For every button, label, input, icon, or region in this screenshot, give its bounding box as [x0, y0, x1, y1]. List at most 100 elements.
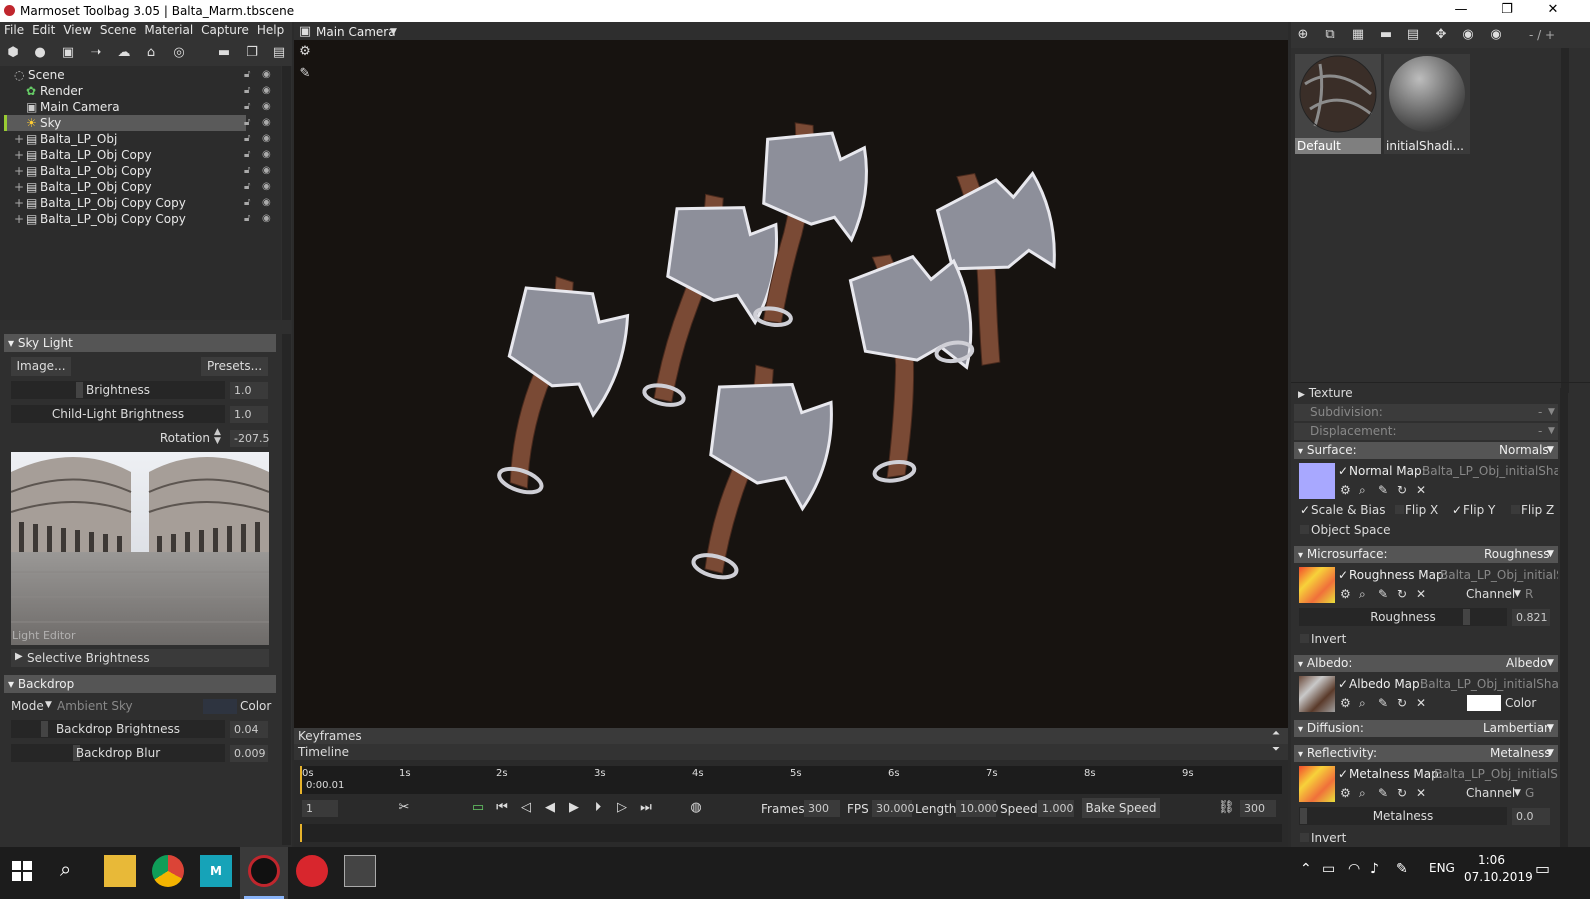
lock-icon[interactable]: 🔓︎	[244, 147, 250, 163]
diffusion-value[interactable]: Lambertian	[1483, 720, 1552, 737]
subdivision-row[interactable]: Subdivision: - ▼	[1294, 404, 1558, 421]
albedo-map-check-icon[interactable]: ✓	[1338, 677, 1348, 691]
step-forward-icon[interactable]: ⏵	[590, 800, 606, 816]
microsurface-value[interactable]: Roughness	[1484, 546, 1549, 563]
tree-item-mesh[interactable]: + ▤ Balta_LP_Obj Copy 🔓︎ ◉	[0, 147, 280, 163]
settings-gear-icon[interactable]: ⚙	[1340, 483, 1351, 497]
checker-icon[interactable]: ▦	[1350, 27, 1366, 43]
delete-icon[interactable]: ▤	[1405, 27, 1421, 43]
add-fog-icon[interactable]: ☁	[116, 45, 132, 61]
clear-icon[interactable]: ✕	[1416, 483, 1426, 497]
clock-time[interactable]: 1:06	[1478, 853, 1505, 867]
keyframe-track[interactable]	[300, 824, 1282, 842]
fps-field[interactable]: 30.000	[872, 800, 915, 817]
compass-alt-icon[interactable]: ◉	[1488, 27, 1504, 43]
expand-icon[interactable]: +	[14, 195, 24, 211]
menu-view[interactable]: View	[59, 22, 95, 38]
eye-icon[interactable]: ◉	[262, 147, 271, 163]
bake-speed-button[interactable]: Bake Speed	[1082, 798, 1160, 818]
speed-dial-icon[interactable]: ◍	[688, 800, 704, 816]
menu-edit[interactable]: Edit	[28, 22, 59, 38]
albedo-map-thumbnail[interactable]	[1299, 676, 1335, 712]
search-icon[interactable]: ⌕	[1359, 696, 1366, 711]
lock-icon[interactable]: 🔓︎	[244, 179, 250, 195]
material-thumb-initial[interactable]: initialShadi...	[1384, 54, 1470, 154]
pen-icon[interactable]: ✎	[1396, 861, 1408, 877]
eye-icon[interactable]: ◉	[262, 163, 271, 179]
eye-icon[interactable]: ◉	[262, 195, 271, 211]
eye-icon[interactable]: ◉	[262, 67, 271, 83]
tree-item-mesh[interactable]: + ▤ Balta_LP_Obj Copy Copy 🔓︎ ◉	[0, 195, 280, 211]
roughness-map-thumbnail[interactable]	[1299, 567, 1335, 603]
reflectivity-header[interactable]: ▾ Reflectivity: Metalness ▼	[1294, 745, 1558, 762]
reflectivity-value[interactable]: Metalness	[1490, 745, 1551, 762]
frames-field[interactable]: 300	[804, 800, 840, 817]
object-space-checkbox[interactable]	[1300, 525, 1309, 534]
lock-icon[interactable]: 🔓︎	[244, 115, 250, 131]
normal-map-thumbnail[interactable]	[1299, 463, 1335, 499]
scale-bias-check-icon[interactable]: ✓	[1300, 503, 1310, 517]
diffusion-header[interactable]: ▾ Diffusion: Lambertian ▼	[1294, 720, 1558, 737]
settings-gear-icon[interactable]: ⚙	[1340, 696, 1351, 710]
dropdown-arrow-icon[interactable]: ▼	[1547, 655, 1554, 672]
dropdown-arrow-icon[interactable]: ▼	[1548, 423, 1555, 440]
settings-gear-icon[interactable]: ⚙	[1340, 587, 1351, 601]
brightness-value[interactable]: 1.0	[230, 382, 268, 399]
reload-icon[interactable]: ↻	[1397, 696, 1407, 710]
lock-icon[interactable]: 🔓︎	[244, 83, 250, 99]
texture-section[interactable]: ▶ Texture	[1294, 385, 1558, 402]
roughness-map-file[interactable]: Balta_LP_Obj_initialSha	[1440, 568, 1558, 582]
reload-icon[interactable]: ↻	[1397, 786, 1407, 800]
battery-icon[interactable]: ▭	[1322, 861, 1335, 877]
menu-capture[interactable]: Capture	[197, 22, 253, 38]
add-shadow-catcher-icon[interactable]: ⌂	[143, 45, 159, 61]
substance-icon[interactable]	[296, 855, 328, 887]
settings-gear-icon[interactable]: ⚙	[1340, 786, 1351, 800]
lock-icon[interactable]: 🔓︎	[244, 211, 250, 227]
folder-icon[interactable]: ▬	[216, 45, 232, 61]
invert-checkbox[interactable]	[1300, 634, 1309, 643]
tree-item-mesh[interactable]: + ▤ Balta_LP_Obj 🔓︎ ◉	[0, 131, 280, 147]
lock-icon[interactable]: 🔓︎	[244, 99, 250, 115]
camera-dropdown[interactable]: Main Camera	[316, 25, 396, 39]
play-icon[interactable]: ▶	[566, 800, 582, 816]
keyframes-bar[interactable]: Keyframes ⏶	[294, 728, 1288, 744]
roughness-channel-value[interactable]: R	[1525, 587, 1533, 601]
dropdown-arrow-icon[interactable]: ▼	[1547, 442, 1554, 459]
add-mesh-icon[interactable]: ⬢	[5, 45, 21, 61]
lock-icon[interactable]: 🔓︎	[244, 131, 250, 147]
albedo-map-file[interactable]: Balta_LP_Obj_initialShadin	[1420, 677, 1558, 691]
sky-light-header[interactable]: ▾ Sky Light	[4, 334, 276, 352]
flip-x-checkbox[interactable]	[1395, 505, 1404, 514]
timeline-bar[interactable]: Timeline ⏷	[294, 744, 1288, 760]
lock-icon[interactable]: 🔓︎	[244, 67, 250, 83]
file-explorer-icon[interactable]	[104, 855, 136, 887]
metalness-map-thumbnail[interactable]	[1299, 766, 1335, 802]
dropdown-arrow-icon[interactable]: ▼	[1514, 788, 1521, 798]
folder-icon[interactable]: ▬	[1378, 27, 1394, 43]
selective-brightness-row[interactable]: ▶ Selective Brightness	[11, 649, 269, 667]
material-thumb-default[interactable]: Default	[1295, 54, 1381, 154]
presets-button[interactable]: Presets...	[201, 357, 268, 376]
tree-item-mesh[interactable]: + ▤ Balta_LP_Obj Copy Copy 🔓︎ ◉	[0, 211, 280, 227]
speed-field[interactable]: 1.000	[1038, 800, 1074, 817]
material-size-control[interactable]: - / +	[1529, 28, 1555, 42]
expand-icon[interactable]: +	[14, 147, 24, 163]
volume-icon[interactable]: ♪	[1370, 861, 1379, 877]
metalness-value[interactable]: 0.0	[1512, 808, 1550, 825]
frame-field[interactable]: 1	[302, 800, 338, 817]
eye-icon[interactable]: ◉	[262, 179, 271, 195]
surface-header[interactable]: ▾ Surface: Normals ▼	[1294, 442, 1558, 459]
roughness-value[interactable]: 0.821	[1512, 609, 1550, 626]
marmoset-icon[interactable]	[248, 855, 280, 887]
bake-field[interactable]: 300	[1240, 800, 1276, 817]
loop-icon[interactable]: ▭	[470, 800, 486, 816]
skip-end-icon[interactable]: ⏭	[638, 800, 654, 816]
properties-scrollbar[interactable]	[282, 334, 291, 845]
dropdown-arrow-icon[interactable]: ▼	[1514, 589, 1521, 599]
language-indicator[interactable]: ENG	[1429, 861, 1455, 875]
roughness-map-check-icon[interactable]: ✓	[1338, 568, 1348, 582]
dropdown-arrow-icon[interactable]: ▼	[1548, 404, 1555, 421]
windows-start-icon[interactable]	[12, 861, 32, 881]
normal-map-file[interactable]: Balta_LP_Obj_initialShadin	[1422, 464, 1558, 478]
